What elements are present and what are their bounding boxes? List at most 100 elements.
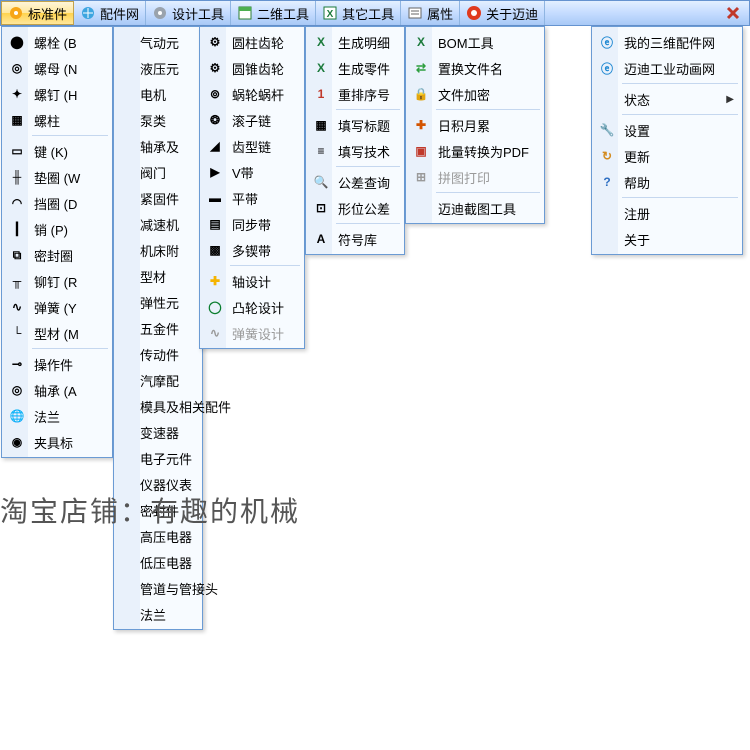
mi-pneumatic[interactable]: 气动元 — [116, 29, 200, 55]
mi-reducer[interactable]: 减速机 — [116, 211, 200, 237]
key-icon: ▭ — [9, 143, 25, 159]
mi-bearing[interactable]: ◎轴承 (A — [4, 377, 110, 403]
help-icon: ? — [599, 174, 615, 190]
mi-batch-pdf[interactable]: ▣批量转换为PDF — [408, 138, 542, 164]
close-button[interactable] — [717, 1, 749, 25]
mi-transmission[interactable]: 传动件 — [116, 341, 200, 367]
mi-mold[interactable]: 模具及相关配件 — [116, 393, 200, 419]
excel3-icon: X — [413, 34, 429, 50]
mi-profile[interactable]: └型材 (M — [4, 320, 110, 346]
ribbelt-icon: ▩ — [207, 242, 223, 258]
menu-about[interactable]: 关于迈迪 — [460, 1, 545, 25]
mi-vbelt[interactable]: ▶V带 — [202, 159, 302, 185]
menu-2d-tools[interactable]: 二维工具 — [231, 1, 316, 25]
mi-reorder[interactable]: 1重排序号 — [308, 81, 402, 107]
gear-orange-icon — [8, 5, 24, 21]
mi-bevel-gear[interactable]: ⚙圆锥齿轮 — [202, 55, 302, 81]
mi-encrypt[interactable]: 🔒文件加密 — [408, 81, 542, 107]
mi-motor[interactable]: 电机 — [116, 81, 200, 107]
mi-help[interactable]: ?帮助 — [594, 169, 740, 195]
pin-icon: ┃ — [9, 221, 25, 237]
mi-rivet[interactable]: ╥铆钉 (R — [4, 268, 110, 294]
mi-syncbelt[interactable]: ▤同步带 — [202, 211, 302, 237]
mi-flange2[interactable]: 法兰 — [116, 601, 200, 627]
globe-icon: 🌐 — [9, 408, 25, 424]
menu-other-tools[interactable]: X 其它工具 — [316, 1, 401, 25]
mi-daily[interactable]: ✚日积月累 — [408, 112, 542, 138]
mi-worm[interactable]: ⊚蜗轮蜗杆 — [202, 81, 302, 107]
mi-tolerance[interactable]: 🔍公差查询 — [308, 169, 402, 195]
mi-tooth-chain[interactable]: ◢齿型链 — [202, 133, 302, 159]
separator — [336, 166, 400, 167]
mi-lv[interactable]: 低压电器 — [116, 549, 200, 575]
mi-spur-gear[interactable]: ⚙圆柱齿轮 — [202, 29, 302, 55]
mi-pin[interactable]: ┃销 (P) — [4, 216, 110, 242]
ie-icon — [80, 5, 96, 21]
mi-flatbelt[interactable]: ▬平带 — [202, 185, 302, 211]
mi-update[interactable]: ↻更新 — [594, 143, 740, 169]
mi-cam[interactable]: ◯凸轮设计 — [202, 294, 302, 320]
mi-spring-design[interactable]: ∿弹簧设计 — [202, 320, 302, 346]
mi-elastic[interactable]: 弹性元 — [116, 289, 200, 315]
mi-bolt[interactable]: ⬤螺栓 (B — [4, 29, 110, 55]
menu-parts-net[interactable]: 配件网 — [74, 1, 146, 25]
mi-nut[interactable]: ◎螺母 (N — [4, 55, 110, 81]
mi-settings[interactable]: 🔧设置 — [594, 117, 740, 143]
menu-label: 属性 — [427, 4, 453, 23]
mi-electronic[interactable]: 电子元件 — [116, 445, 200, 471]
mi-key[interactable]: ▭键 (K) — [4, 138, 110, 164]
mi-gen-bom[interactable]: X生成明细 — [308, 29, 402, 55]
mi-screw[interactable]: ✦螺钉 (H — [4, 81, 110, 107]
mi-flange[interactable]: 🌐法兰 — [4, 403, 110, 429]
mi-register[interactable]: 注册 — [594, 200, 740, 226]
mi-tileprint[interactable]: ⊞拼图打印 — [408, 164, 542, 190]
separator — [622, 83, 738, 84]
mi-gen-part[interactable]: X生成零件 — [308, 55, 402, 81]
mi-retainring[interactable]: ◠挡圈 (D — [4, 190, 110, 216]
mi-rename[interactable]: ⇄置换文件名 — [408, 55, 542, 81]
mi-machine-acc[interactable]: 机床附 — [116, 237, 200, 263]
menu-standard-parts[interactable]: 标准件 — [1, 1, 74, 25]
mi-pipe[interactable]: 管道与管接头 — [116, 575, 200, 601]
mi-washer[interactable]: ╫垫圈 (W — [4, 164, 110, 190]
mi-fill-title[interactable]: ▦填写标题 — [308, 112, 402, 138]
mi-auto[interactable]: 汽摩配 — [116, 367, 200, 393]
menu-properties[interactable]: 属性 — [401, 1, 460, 25]
mi-fastener[interactable]: 紧固件 — [116, 185, 200, 211]
mi-ribbelt[interactable]: ▩多锲带 — [202, 237, 302, 263]
mi-geo-tol[interactable]: ⊡形位公差 — [308, 195, 402, 221]
mi-gearbox[interactable]: 变速器 — [116, 419, 200, 445]
mi-fill-tech[interactable]: ≡填写技术 — [308, 138, 402, 164]
mi-bearing2[interactable]: 轴承及 — [116, 133, 200, 159]
ring-icon: ◠ — [9, 195, 25, 211]
dropdown-design: ⚙圆柱齿轮 ⚙圆锥齿轮 ⊚蜗轮蜗杆 ❂滚子链 ◢齿型链 ▶V带 ▬平带 ▤同步带… — [199, 26, 305, 349]
mi-screenshot[interactable]: 迈迪截图工具 — [408, 195, 542, 221]
tooth-chain-icon: ◢ — [207, 138, 223, 154]
mi-anim-net[interactable]: ⓔ迈迪工业动画网 — [594, 55, 740, 81]
mi-operator[interactable]: ⊸操作件 — [4, 351, 110, 377]
mi-profile2[interactable]: 型材 — [116, 263, 200, 289]
mi-pump[interactable]: 泵类 — [116, 107, 200, 133]
mi-symbol-lib[interactable]: A符号库 — [308, 226, 402, 252]
mi-shaft[interactable]: ✚轴设计 — [202, 268, 302, 294]
mi-spring[interactable]: ∿弹簧 (Y — [4, 294, 110, 320]
mi-valve[interactable]: 阀门 — [116, 159, 200, 185]
mi-fixture[interactable]: ◉夹具标 — [4, 429, 110, 455]
excel-icon: X — [322, 5, 338, 21]
mi-my3d[interactable]: ⓔ我的三维配件网 — [594, 29, 740, 55]
gear-gray-icon — [152, 5, 168, 21]
menu-design-tools[interactable]: 设计工具 — [146, 1, 231, 25]
mi-status[interactable]: 状态▶ — [594, 86, 740, 112]
mi-hardware[interactable]: 五金件 — [116, 315, 200, 341]
mi-about[interactable]: 关于 — [594, 226, 740, 252]
mi-seal[interactable]: ⧉密封圈 — [4, 242, 110, 268]
handle-icon: ⊸ — [9, 356, 25, 372]
mi-hydraulic[interactable]: 液压元 — [116, 55, 200, 81]
fixture-icon: ◉ — [9, 434, 25, 450]
list-icon: ≡ — [313, 143, 329, 159]
mi-stud[interactable]: ▦螺柱 — [4, 107, 110, 133]
mi-roller-chain[interactable]: ❂滚子链 — [202, 107, 302, 133]
dropdown-about: ⓔ我的三维配件网 ⓔ迈迪工业动画网 状态▶ 🔧设置 ↻更新 ?帮助 注册 关于 — [591, 26, 743, 255]
separator — [230, 265, 300, 266]
mi-bom-tool[interactable]: XBOM工具 — [408, 29, 542, 55]
